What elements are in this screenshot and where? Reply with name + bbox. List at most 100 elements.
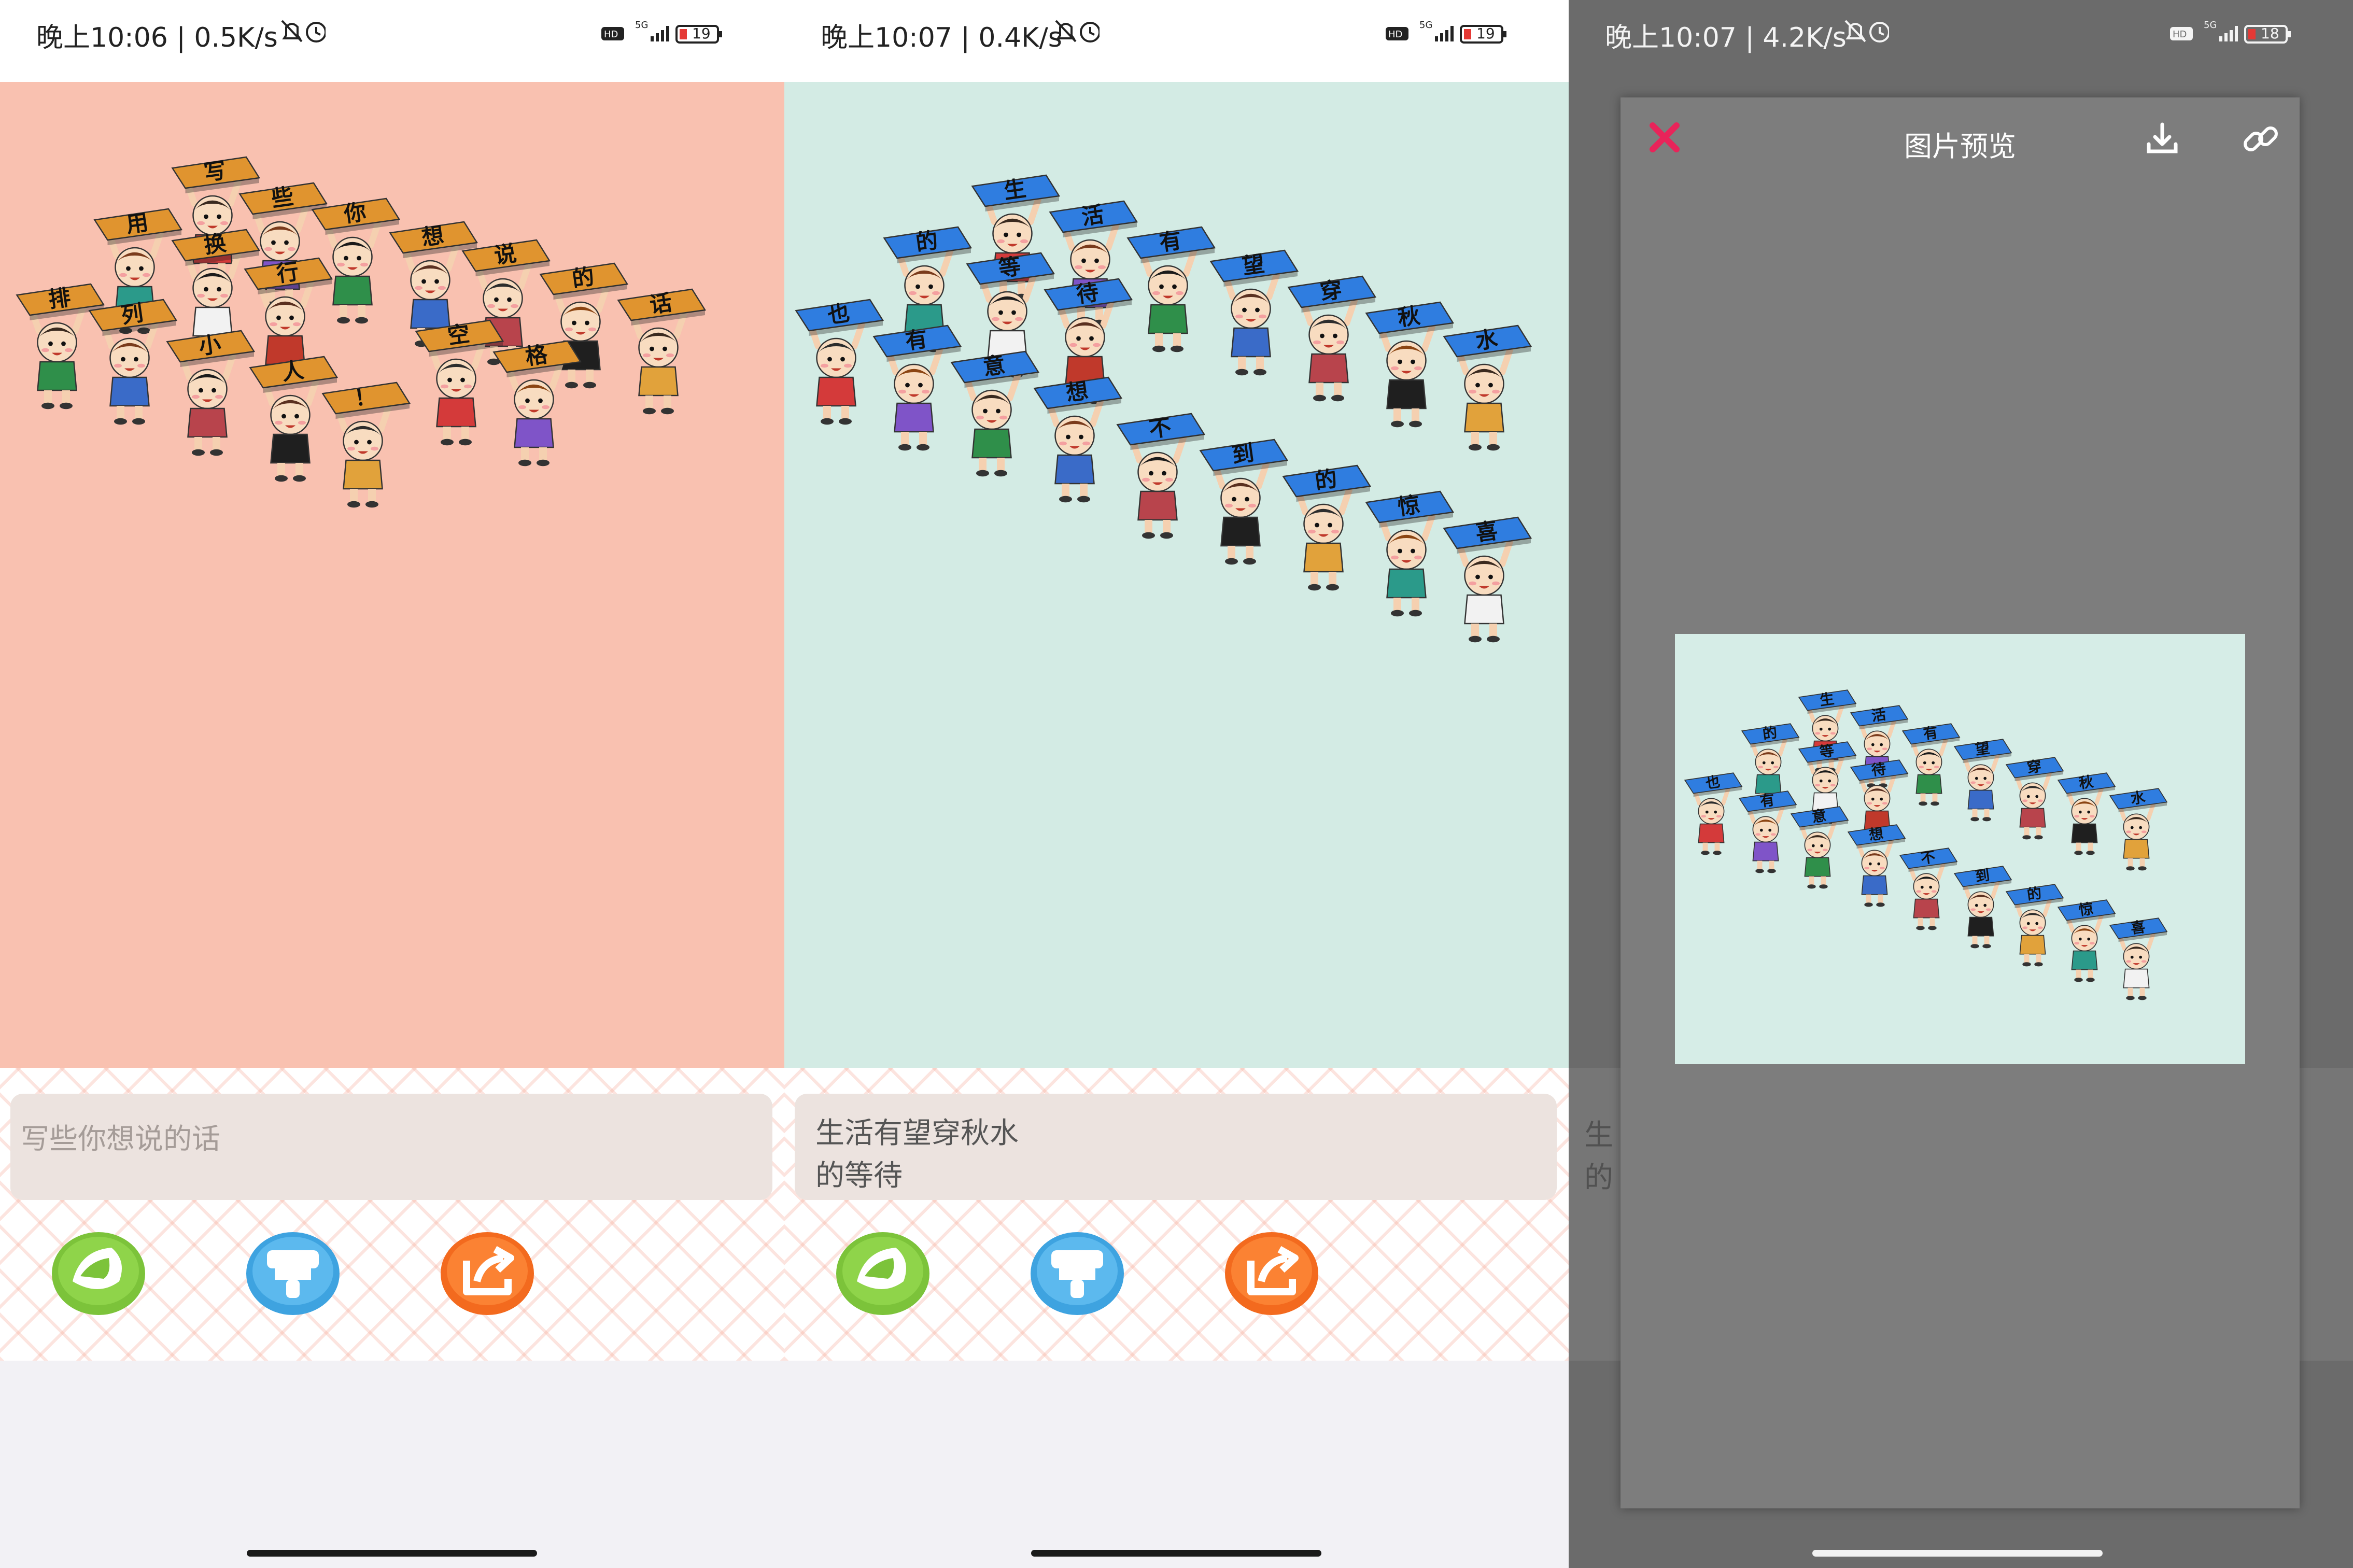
svg-text:待: 待 (1075, 280, 1100, 308)
panel-image-preview: 晚上10:07 | 4.2K/s HD 5G 18 生 的 图片预览 生 活 有… (1569, 0, 2353, 1568)
status-time: 晚上10:06 | 0.5K/s (36, 22, 278, 53)
svg-text:活: 活 (1080, 202, 1105, 230)
svg-text:想: 想 (1868, 825, 1884, 844)
download-icon[interactable] (2141, 118, 2183, 160)
clear-button[interactable] (244, 1230, 342, 1318)
sign-holder: 秋 (2057, 772, 2116, 855)
svg-text:不: 不 (1920, 848, 1936, 867)
character-art: 写些你想说的话 用换行空格 排列小人 ！ (16, 156, 707, 508)
svg-text:空: 空 (446, 321, 471, 349)
svg-text:也: 也 (1704, 773, 1721, 792)
svg-text:望: 望 (1974, 739, 1991, 758)
svg-text:写: 写 (202, 158, 228, 186)
sign-holder: 秋 (1365, 301, 1455, 428)
sign-holder: 喜 (1443, 516, 1532, 643)
panel-editor-2: 晚上10:07 | 0.4K/s HD 5G 19 生活有望穿秋水的等待也有意想… (784, 0, 1569, 1568)
sign-holder: 的 (1282, 464, 1372, 591)
sign-holder: 不 (1116, 413, 1206, 539)
svg-text:的: 的 (2026, 884, 2042, 903)
share-button[interactable] (438, 1230, 537, 1318)
sign-holder: 穿 (2005, 757, 2064, 840)
theme-button[interactable] (834, 1230, 932, 1318)
home-indicator[interactable] (1812, 1550, 2103, 1557)
svg-text:有: 有 (904, 327, 929, 355)
sign-holder: 到 (1199, 439, 1289, 565)
message-input-placeholder: 写些你想说的话 (21, 1122, 221, 1155)
svg-text:格: 格 (524, 342, 549, 371)
svg-text:小: 小 (197, 332, 222, 360)
svg-text:待: 待 (1870, 760, 1887, 779)
sign-holder: 也 (1684, 772, 1743, 855)
input-panel: 生活有望穿秋水 的等待 (784, 1068, 1569, 1361)
home-indicator[interactable] (247, 1550, 537, 1557)
svg-text:惊: 惊 (2078, 900, 2094, 919)
sign-holder: 想 (1033, 376, 1123, 503)
status-time: 晚上10:07 | 0.4K/s (821, 22, 1062, 53)
image-preview-dialog: 图片预览 生活有望穿秋水的等待也有意想不到的惊喜 (1621, 97, 2300, 1508)
sign-holder: 列 (88, 299, 178, 425)
message-input[interactable]: 生活有望穿秋水 的等待 (795, 1094, 1557, 1200)
svg-text:意: 意 (1811, 807, 1827, 826)
clear-button[interactable] (1028, 1230, 1126, 1318)
sign-holder: 意 (950, 350, 1040, 477)
svg-text:意: 意 (981, 352, 1007, 380)
svg-text:有: 有 (1158, 228, 1183, 256)
svg-text:穿: 穿 (2026, 757, 2042, 776)
mute-alarm-icons (281, 20, 326, 43)
svg-text:水: 水 (1474, 327, 1499, 355)
svg-text:用: 用 (124, 210, 150, 238)
sign-holder: 水 (2109, 788, 2168, 871)
svg-text:到: 到 (1230, 441, 1256, 469)
sign-holder: 水 (1443, 324, 1532, 451)
svg-text:等: 等 (997, 254, 1022, 282)
svg-text:惊: 惊 (1396, 492, 1421, 520)
status-bar: 晚上10:07 | 0.4K/s HD 5G 19 (784, 0, 1569, 82)
svg-text:行: 行 (275, 259, 300, 287)
sign-holder: 有 (1126, 226, 1216, 352)
text-art-canvas: 写些你想说的话 用换行空格 排列小人 ！ (0, 82, 784, 1077)
svg-text:列: 列 (119, 301, 145, 329)
mute-alarm-icons (1844, 20, 1889, 43)
svg-text:说: 说 (492, 241, 518, 269)
sign-holder: 格 (492, 340, 582, 467)
svg-text:活: 活 (1870, 705, 1887, 725)
signal-battery-icons: HD 5G (601, 20, 722, 44)
message-input[interactable]: 写些你想说的话 (10, 1094, 772, 1200)
sign-holder: 空 (415, 319, 504, 446)
svg-text:的: 的 (1313, 467, 1338, 495)
sign-holder: 想 (1847, 824, 1906, 907)
sign-holder: 你 (311, 197, 401, 324)
sign-holder: 喜 (2109, 917, 2168, 1000)
svg-text:你: 你 (342, 200, 368, 228)
status-bar: 晚上10:07 | 4.2K/s HD 5G 18 (1569, 0, 2353, 82)
battery-level: 18 (2261, 25, 2279, 42)
sign-holder: 排 (16, 283, 105, 409)
svg-text:等: 等 (1819, 742, 1835, 761)
panel-editor-1: 晚上10:06 | 0.5K/s HD 5G 19 写些你想说的话 用换行空格 排列… (0, 0, 784, 1568)
sign-holder: 话 (617, 288, 707, 415)
link-icon[interactable] (2240, 118, 2281, 160)
home-indicator[interactable] (1031, 1550, 1321, 1557)
sign-holder: 惊 (1365, 490, 1455, 617)
sign-holder: 惊 (2057, 899, 2116, 982)
svg-text:想: 想 (1064, 378, 1090, 406)
sign-holder: 人 (249, 356, 339, 482)
sign-holder: 的 (2005, 884, 2064, 967)
svg-text:的: 的 (570, 264, 596, 292)
svg-text:人: 人 (280, 358, 305, 386)
text-art-canvas: 生活有望穿秋水的等待也有意想不到的惊喜 (784, 82, 1569, 1077)
svg-text:！: ！ (353, 384, 378, 412)
svg-text:5G: 5G (635, 20, 648, 31)
theme-button[interactable] (49, 1230, 148, 1318)
svg-text:话: 话 (648, 290, 673, 318)
svg-text:喜: 喜 (1474, 518, 1499, 546)
svg-text:有: 有 (1759, 791, 1776, 810)
svg-text:秋: 秋 (2078, 773, 2094, 792)
svg-text:HD: HD (1388, 29, 1402, 40)
share-button[interactable] (1222, 1230, 1321, 1318)
dimmed-input-text: 生 的 (1584, 1119, 1613, 1195)
sign-holder: 到 (1953, 866, 2012, 949)
svg-text:些: 些 (270, 184, 295, 212)
svg-text:也: 也 (826, 301, 851, 329)
preview-image[interactable]: 生活有望穿秋水的等待也有意想不到的惊喜 (1675, 634, 2245, 1064)
